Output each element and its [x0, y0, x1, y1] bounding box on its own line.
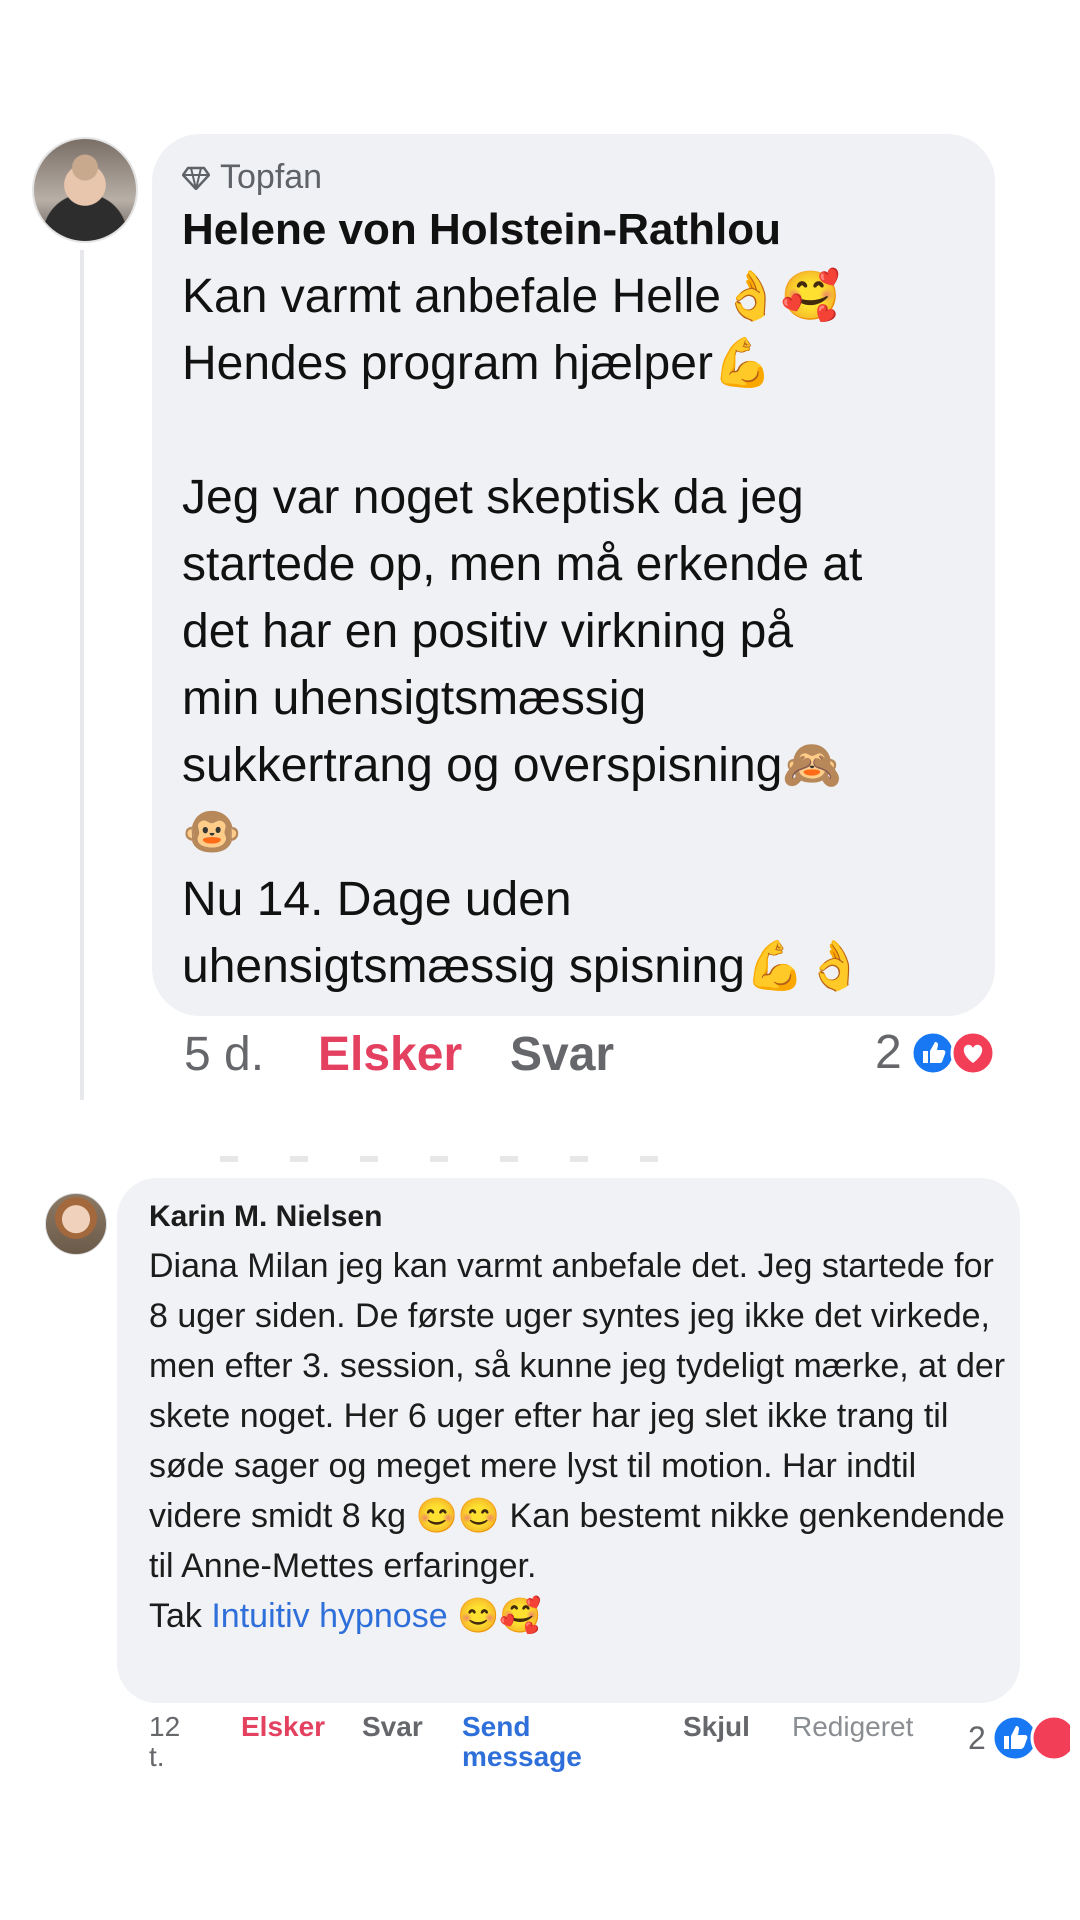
love-button[interactable]: Elsker [241, 1712, 325, 1742]
mention-link[interactable]: Intuitiv hypnose [211, 1597, 447, 1635]
heart-icon [950, 1030, 996, 1076]
comment-text: Kan varmt anbefale Helle👌🥰 Hendes progra… [182, 270, 865, 993]
thanks-prefix: Tak [149, 1597, 212, 1635]
reactions[interactable] [910, 1030, 1000, 1081]
comment-author[interactable]: Helene von Holstein-Rathlou [182, 205, 781, 255]
edited-label: Redigeret [792, 1711, 914, 1742]
comment-author[interactable]: Karin M. Nielsen [149, 1200, 382, 1234]
thread-line [80, 250, 84, 1100]
reply-button[interactable]: Svar [362, 1712, 423, 1742]
comment-time[interactable]: 5 d. [184, 1027, 264, 1082]
avatar[interactable] [45, 1193, 107, 1255]
hide-button[interactable]: Skjul [683, 1712, 750, 1742]
reaction-count[interactable]: 2 [875, 1025, 902, 1080]
badge-label: Topfan [220, 158, 323, 196]
comment-body: Diana Milan jeg kan varmt anbefale det. … [149, 1247, 1006, 1585]
like-icon [910, 1030, 956, 1076]
thanks-suffix: 😊🥰 [447, 1597, 542, 1635]
comment-text: Diana Milan jeg kan varmt anbefale det. … [149, 1241, 1009, 1641]
reply-button[interactable]: Svar [510, 1027, 614, 1082]
love-button[interactable]: Elsker [318, 1027, 462, 1082]
partial-text-fragment [220, 1156, 680, 1162]
reactions[interactable] [990, 1713, 1078, 1768]
heart-icon [1030, 1714, 1078, 1762]
topfan-badge: Topfan [182, 158, 322, 197]
comment-time[interactable]: 12 t. [149, 1712, 199, 1772]
avatar[interactable] [32, 137, 138, 243]
reaction-count[interactable]: 2 [968, 1720, 986, 1757]
diamond-icon [182, 166, 210, 190]
like-icon [991, 1714, 1039, 1762]
send-message-button[interactable]: Send message [462, 1712, 612, 1772]
